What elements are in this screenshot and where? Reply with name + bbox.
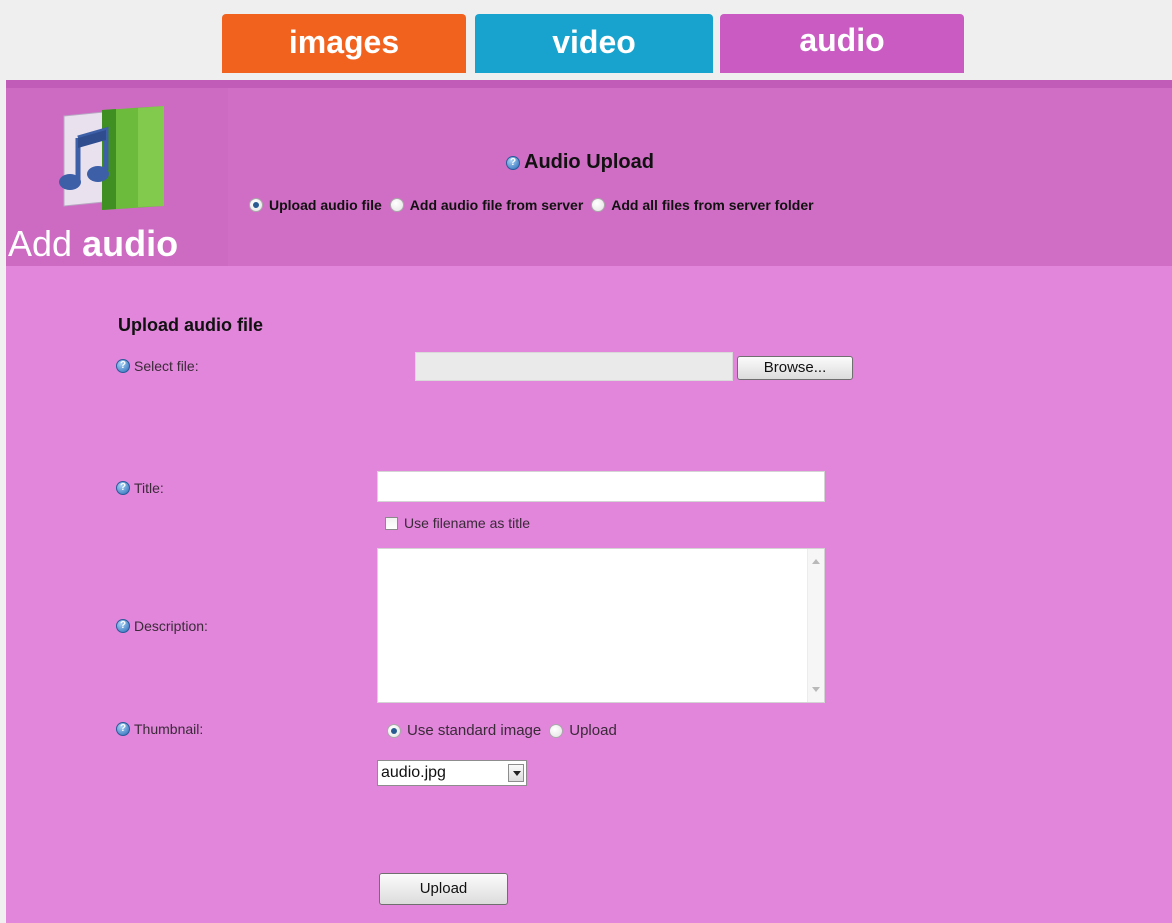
help-icon[interactable]: ? <box>116 722 130 736</box>
thumbnail-label: ? Thumbnail: <box>116 721 203 737</box>
thumbnail-standard-option[interactable]: Use standard image <box>387 722 541 739</box>
radio-button[interactable] <box>591 198 606 212</box>
tab-images[interactable]: images <box>222 14 466 73</box>
use-filename-label: Use filename as title <box>404 515 531 531</box>
radio-button[interactable] <box>549 723 564 738</box>
audio-upload-title: Audio Upload <box>524 151 654 173</box>
radio-button[interactable] <box>389 198 404 212</box>
help-icon[interactable]: ? <box>116 359 130 373</box>
add-audio-logo-text: Add audio <box>8 223 179 264</box>
mode-add-all-from-server-folder[interactable]: Add all files from server folder <box>591 197 814 213</box>
add-audio-logo: Add audio <box>6 88 228 266</box>
thumbnail-select-value: audio.jpg <box>381 764 446 781</box>
file-path-input[interactable] <box>415 352 733 381</box>
browse-button[interactable]: Browse... <box>737 356 853 380</box>
textarea-scrollbar[interactable] <box>807 549 824 702</box>
tab-video[interactable]: video <box>475 14 713 73</box>
description-label: ? Description: <box>116 618 208 634</box>
audio-upload-header: Add audio ? Audio Upload Upload audio fi… <box>6 80 1172 266</box>
upload-button[interactable]: Upload <box>379 873 508 905</box>
scroll-up-arrow-icon[interactable] <box>812 559 820 564</box>
select-file-label: ? Select file: <box>116 358 199 374</box>
thumbnail-upload-option[interactable]: Upload <box>549 722 617 739</box>
chevron-down-icon[interactable] <box>508 764 524 782</box>
mode-label: Add audio file from server <box>409 197 584 213</box>
radio-button[interactable] <box>249 198 263 212</box>
mode-add-audio-from-server[interactable]: Add audio file from server <box>389 197 584 213</box>
title-label: ? Title: <box>116 480 164 496</box>
title-input[interactable] <box>377 471 825 502</box>
upload-form-area: Upload audio file ? Select file: Browse.… <box>6 266 1172 923</box>
help-icon[interactable]: ? <box>506 155 520 170</box>
radio-button[interactable] <box>387 723 401 738</box>
thumbnail-radio-group: Use standard image Upload <box>387 722 625 739</box>
help-icon[interactable]: ? <box>116 619 130 633</box>
use-filename-checkbox-row[interactable]: Use filename as title <box>385 515 530 531</box>
thumbnail-select[interactable]: audio.jpg <box>377 760 527 786</box>
use-filename-checkbox[interactable] <box>385 516 398 530</box>
media-tab-bar: images video audio <box>0 0 1172 80</box>
mode-label: Add all files from server folder <box>611 197 814 213</box>
scroll-down-arrow-icon[interactable] <box>812 687 820 692</box>
audio-book-music-note-icon <box>59 106 164 210</box>
help-icon[interactable]: ? <box>116 481 130 495</box>
tab-audio[interactable]: audio <box>720 14 964 73</box>
audio-upload-heading: ? Audio Upload <box>506 151 654 174</box>
upload-mode-radio-group: Upload audio file Add audio file from se… <box>249 197 822 213</box>
mode-label: Upload audio file <box>269 197 382 213</box>
description-textarea[interactable] <box>377 548 825 703</box>
section-title: Upload audio file <box>118 315 264 335</box>
mode-upload-audio-file[interactable]: Upload audio file <box>249 197 382 213</box>
